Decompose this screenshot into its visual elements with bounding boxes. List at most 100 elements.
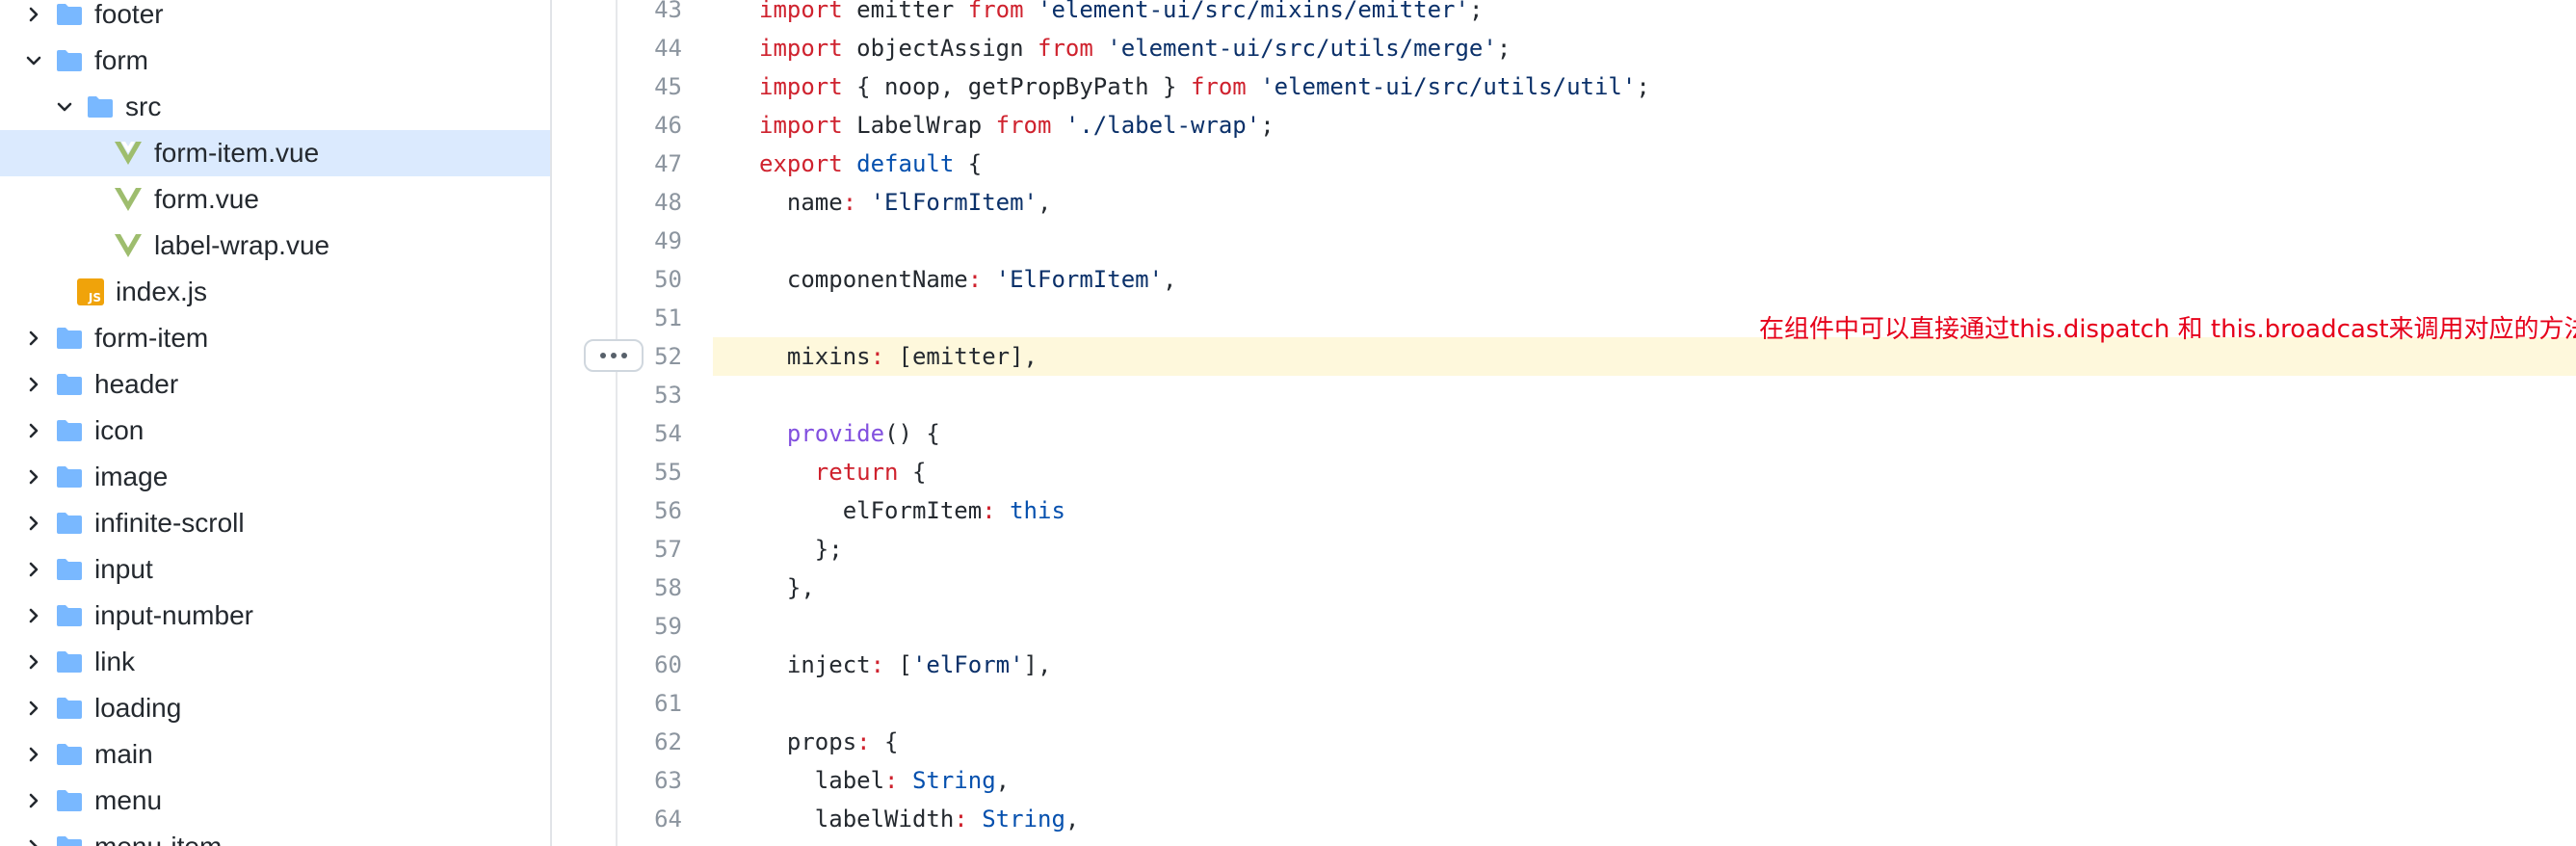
chevron-down-icon[interactable] [23, 50, 44, 71]
code-line[interactable]: 61 [552, 684, 2576, 723]
code-token: () { [884, 420, 940, 447]
code-text: }; [759, 530, 843, 568]
code-text: provide() { [759, 414, 940, 453]
code-text: import objectAssign from 'element-ui/src… [759, 29, 1511, 67]
folder-icon [56, 3, 83, 26]
code-token: , [1065, 806, 1080, 833]
code-line[interactable]: 48 name: 'ElFormItem', [552, 183, 2576, 222]
tree-item-infinite-scroll[interactable]: infinite-scroll [0, 500, 550, 546]
code-token: : [842, 189, 857, 216]
code-text: name: 'ElFormItem', [759, 183, 1052, 222]
code-token: String [982, 806, 1065, 833]
code-line[interactable]: 44 import objectAssign from 'element-ui/s… [552, 29, 2576, 67]
tree-item-form[interactable]: form [0, 38, 550, 84]
tree-item-index-js[interactable]: JS index.js [0, 269, 550, 315]
code-token: }, [759, 574, 815, 601]
code-line[interactable]: 54 provide() { [552, 414, 2576, 453]
code-text: return { [759, 453, 927, 491]
chevron-right-icon[interactable] [23, 651, 44, 673]
code-text: import { noop, getPropByPath } from 'ele… [759, 67, 1650, 106]
expand-lines-button[interactable] [584, 339, 644, 372]
vue-file-icon [114, 187, 143, 212]
tree-item-main[interactable]: main [0, 731, 550, 778]
folder-icon [87, 95, 114, 119]
tree-item-loading[interactable]: loading [0, 685, 550, 731]
tree-item-label: form.vue [154, 184, 259, 214]
tree-item-footer[interactable]: footer [0, 0, 550, 38]
line-number: 54 [654, 420, 682, 447]
tree-item-input[interactable]: input [0, 546, 550, 593]
tree-item-form-item-vue[interactable]: form-item.vue [0, 130, 550, 176]
chevron-right-icon[interactable] [23, 466, 44, 488]
code-line[interactable]: 60 inject: ['elForm'], [552, 646, 2576, 684]
code-token: import [759, 73, 843, 100]
code-line[interactable]: 43 import emitter from 'element-ui/src/mi… [552, 0, 2576, 29]
code-line[interactable]: 47 export default { [552, 145, 2576, 183]
code-token: : [884, 767, 899, 794]
tree-item-header[interactable]: header [0, 361, 550, 408]
tree-item-label: link [94, 647, 136, 676]
code-line[interactable]: 63 label: String, [552, 761, 2576, 800]
chevron-right-icon[interactable] [23, 744, 44, 765]
tree-item-src[interactable]: src [0, 84, 550, 130]
code-line[interactable]: 49 [552, 222, 2576, 260]
code-line[interactable]: 64 labelWidth: String, [552, 800, 2576, 838]
code-line[interactable]: 45 import { noop, getPropByPath } from 'e… [552, 67, 2576, 106]
chevron-right-icon[interactable] [23, 559, 44, 580]
code-token: name [759, 189, 843, 216]
code-token: : [967, 266, 983, 293]
code-line[interactable]: 56 elFormItem: this [552, 491, 2576, 530]
code-editor: 43 import emitter from 'element-ui/src/mi… [552, 0, 2576, 846]
code-line[interactable]: 58 }, [552, 568, 2576, 607]
tree-item-icon[interactable]: icon [0, 408, 550, 454]
code-line[interactable]: 50 componentName: 'ElFormItem', [552, 260, 2576, 299]
code-line[interactable]: 55 return { [552, 453, 2576, 491]
chevron-right-icon[interactable] [23, 698, 44, 719]
chevron-right-icon[interactable] [23, 605, 44, 626]
line-number: 48 [654, 189, 682, 216]
chevron-right-icon[interactable] [23, 374, 44, 395]
code-token: from [967, 0, 1024, 23]
tree-item-image[interactable]: image [0, 454, 550, 500]
code-token: inject [759, 651, 871, 678]
chevron-right-icon[interactable] [23, 513, 44, 534]
tree-item-link[interactable]: link [0, 639, 550, 685]
tree-item-form-item[interactable]: form-item [0, 315, 550, 361]
chevron-down-icon[interactable] [54, 96, 75, 118]
code-token: { [898, 459, 927, 486]
folder-icon [56, 789, 83, 812]
code-line[interactable]: 46 import LabelWrap from './label-wrap'; [552, 106, 2576, 145]
tree-item-label: menu [94, 785, 163, 815]
tree-item-input-number[interactable]: input-number [0, 593, 550, 639]
line-number: 58 [654, 574, 682, 601]
tree-item-menu-item[interactable]: menu-item [0, 824, 550, 846]
code-token: provide [786, 420, 885, 447]
code-line[interactable]: 53 [552, 376, 2576, 414]
code-token: [ [884, 651, 912, 678]
annotation-note: 在组件中可以直接通过this.dispatch 和 this.broadcast… [1759, 315, 2576, 344]
chevron-right-icon[interactable] [23, 420, 44, 441]
code-text: }, [759, 568, 815, 607]
tree-item-label: form [94, 45, 148, 75]
code-line[interactable]: 62 props: { [552, 723, 2576, 761]
tree-item-label-wrap-vue[interactable]: label-wrap.vue [0, 223, 550, 269]
tree-item-form-vue[interactable]: form.vue [0, 176, 550, 223]
chevron-right-icon[interactable] [23, 836, 44, 846]
chevron-right-icon[interactable] [23, 790, 44, 811]
chevron-right-icon[interactable] [23, 4, 44, 25]
tree-item-menu[interactable]: menu [0, 778, 550, 824]
line-number: 62 [654, 728, 682, 755]
code-line[interactable]: 57 }; [552, 530, 2576, 568]
tree-item-label: infinite-scroll [94, 508, 245, 538]
code-token: from [995, 112, 1052, 139]
code-token: 'ElFormItem' [995, 266, 1164, 293]
code-line[interactable]: 59 [552, 607, 2576, 646]
code-token: ; [1496, 35, 1511, 62]
code-token: : [870, 651, 885, 678]
chevron-right-icon[interactable] [23, 328, 44, 349]
